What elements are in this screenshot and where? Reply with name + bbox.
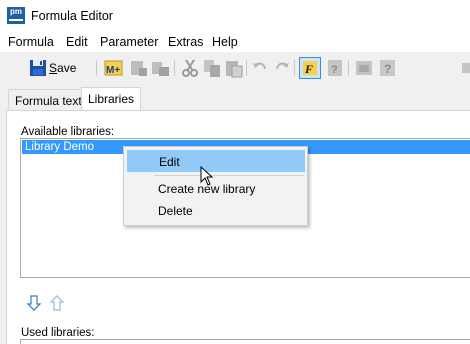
svg-text:?: ? — [384, 62, 391, 76]
save-label: Save — [49, 61, 77, 75]
svg-text:F: F — [304, 62, 313, 76]
svg-text:M+: M+ — [106, 65, 120, 76]
context-menu-create-new-library[interactable]: Create new library — [127, 178, 305, 200]
menu-edit[interactable]: Edit — [66, 35, 88, 49]
context-menu: Edit Create new library Delete — [123, 146, 308, 226]
copy-icon[interactable] — [202, 58, 222, 78]
help-icon[interactable]: ? — [378, 58, 398, 78]
app-logo-icon: pm — [7, 7, 25, 24]
menu-help[interactable]: Help — [212, 35, 238, 49]
toolbar: Save M+ F ? ? — [0, 52, 470, 84]
available-libraries-label: Available libraries: — [21, 126, 115, 138]
tab-strip: Formula text Libraries — [0, 84, 470, 112]
tab-formula-text[interactable]: Formula text — [8, 89, 89, 111]
toolbar-separator — [348, 60, 349, 76]
redo-icon[interactable] — [272, 58, 292, 78]
toolbar-separator — [246, 60, 247, 76]
undo-icon[interactable] — [250, 58, 270, 78]
menu-extras[interactable]: Extras — [168, 35, 203, 49]
toolbar-separator — [294, 60, 295, 76]
floppy-disk-icon — [30, 60, 46, 76]
menu-bar: Formula Edit Parameter Extras Help — [0, 32, 470, 52]
save-button[interactable]: Save — [27, 58, 79, 78]
memory-clear-icon[interactable] — [150, 58, 170, 78]
title-bar: pm Formula Editor — [0, 0, 470, 32]
svg-text:?: ? — [331, 64, 338, 76]
window-title: Formula Editor — [31, 9, 113, 23]
paste-icon[interactable] — [224, 58, 244, 78]
used-libraries-list[interactable] — [20, 339, 470, 344]
function-icon[interactable]: F — [299, 57, 321, 79]
mouse-cursor-icon — [200, 166, 214, 186]
toolbar-separator — [174, 60, 175, 76]
menu-formula[interactable]: Formula — [8, 35, 54, 49]
memory-recall-icon[interactable] — [128, 58, 148, 78]
toolbar-overflow-icon[interactable] — [460, 58, 470, 78]
cut-icon[interactable] — [180, 58, 200, 78]
window-icon[interactable] — [354, 58, 374, 78]
app-icon-text: pm — [10, 7, 22, 16]
parameter-help-icon[interactable]: ? — [326, 58, 346, 78]
tab-libraries[interactable]: Libraries — [81, 87, 142, 112]
toolbar-separator — [96, 60, 97, 76]
memory-plus-icon[interactable]: M+ — [104, 58, 124, 78]
context-menu-separator — [154, 175, 304, 176]
used-libraries-label: Used libraries: — [21, 327, 95, 339]
menu-parameter[interactable]: Parameter — [100, 35, 158, 49]
context-menu-edit[interactable]: Edit — [127, 150, 305, 172]
move-up-icon[interactable] — [49, 294, 65, 312]
context-menu-delete[interactable]: Delete — [127, 200, 305, 222]
move-down-icon[interactable] — [26, 294, 42, 312]
